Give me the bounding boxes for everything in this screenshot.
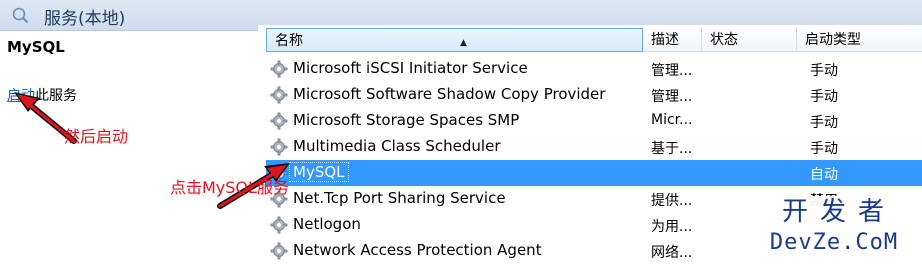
gear-icon [270, 60, 288, 78]
service-startup-type: 手动 [810, 63, 838, 79]
watermark-line2: DevZe.CoM [769, 230, 899, 255]
gear-icon [270, 138, 288, 156]
column-header-startup-type[interactable]: 启动类型 [797, 28, 922, 52]
service-description: 管理... [651, 89, 693, 105]
service-row[interactable]: Microsoft Software Shadow Copy Provider … [266, 82, 922, 108]
gear-icon [270, 242, 288, 260]
service-name: Microsoft Software Shadow Copy Provider [293, 85, 606, 103]
service-details-pane: MySQL 启动此服务 [0, 31, 259, 266]
services-icon [12, 7, 29, 24]
window-title: 服务(本地) [44, 9, 126, 29]
selected-service-name: MySQL [7, 38, 65, 56]
service-startup-type: 手动 [810, 141, 838, 157]
start-service-suffix: 此服务 [35, 88, 77, 104]
service-row-mysql-selected[interactable]: MySQL 自动 [266, 160, 922, 186]
service-startup-type: 手动 [810, 89, 838, 105]
service-name: Network Access Protection Agent [293, 241, 542, 259]
service-description: 基于... [651, 141, 693, 157]
service-name: Netlogon [293, 215, 361, 233]
service-name: Net.Tcp Port Sharing Service [293, 189, 506, 207]
annotation-click-mysql: 点击MySQL服务 [170, 178, 289, 197]
service-row[interactable]: Microsoft Storage Spaces SMP Micr... 手动 [266, 108, 922, 134]
sort-ascending-icon: ▲ [460, 38, 467, 48]
column-header-name-label: 名称 [275, 33, 303, 49]
watermark-line1: 开发者 [781, 197, 896, 227]
service-startup-type: 自动 [810, 167, 838, 183]
service-name: Multimedia Class Scheduler [293, 137, 501, 155]
service-description: 提供... [651, 193, 693, 209]
column-header-row: 名称 ▲ 描述 状态 启动类型 [266, 28, 922, 52]
service-name: Microsoft Storage Spaces SMP [293, 111, 520, 129]
start-service-link[interactable]: 启动 [7, 88, 35, 104]
gear-icon [270, 216, 288, 234]
service-description: 管理... [651, 63, 693, 79]
service-name: Microsoft iSCSI Initiator Service [293, 59, 528, 77]
service-row[interactable]: Microsoft iSCSI Initiator Service 管理... … [266, 56, 922, 82]
watermark: 开发者 DevZe.CoM [754, 196, 914, 262]
gear-icon [270, 112, 288, 130]
start-service-line: 启动此服务 [7, 85, 77, 105]
column-header-name[interactable]: 名称 ▲ [266, 28, 643, 52]
service-description: 网络... [651, 245, 693, 261]
service-startup-type: 手动 [810, 115, 838, 131]
column-header-description[interactable]: 描述 [643, 28, 702, 52]
annotation-then-start: 然后启动 [64, 127, 129, 146]
service-description: Micr... [651, 112, 693, 128]
service-description: 为用... [651, 219, 693, 235]
service-row[interactable]: Multimedia Class Scheduler 基于... 手动 [266, 134, 922, 160]
gear-icon [270, 86, 288, 104]
column-header-status[interactable]: 状态 [702, 28, 797, 52]
service-name: MySQL [289, 162, 349, 182]
